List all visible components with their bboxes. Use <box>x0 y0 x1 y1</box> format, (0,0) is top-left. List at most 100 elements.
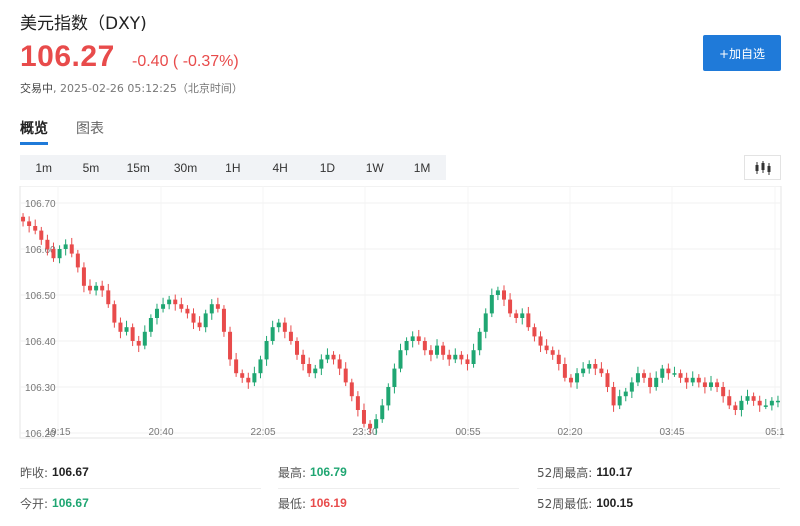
candle-body <box>435 345 440 355</box>
period-1mo[interactable]: 1M <box>398 155 445 180</box>
candle-body <box>45 239 50 249</box>
stats-row-1: 昨收: 106.67 最高: 106.79 52周最高: 110.17 <box>0 461 800 491</box>
candle-body <box>88 285 93 291</box>
candle-body <box>635 373 640 383</box>
candle-body <box>617 396 622 406</box>
candle-body <box>270 327 275 341</box>
candle-body <box>410 336 415 341</box>
candle-body <box>520 313 525 318</box>
y-tick-label: 106.70 <box>25 199 56 210</box>
stat-low: 最低: 106.19 <box>278 492 347 514</box>
add-to-watchlist-button[interactable]: +加自选 <box>703 35 781 71</box>
period-1h[interactable]: 1H <box>209 155 256 180</box>
candle-body <box>33 226 38 231</box>
candle-body <box>562 364 567 378</box>
period-1m[interactable]: 1m <box>20 155 67 180</box>
candle-body <box>94 285 99 291</box>
candle-body <box>751 396 756 401</box>
candle-body <box>556 354 561 364</box>
candle-body <box>307 364 312 374</box>
candle-body <box>337 359 342 369</box>
current-price: 106.27 <box>20 40 115 73</box>
candle-body <box>398 350 403 369</box>
candle-body <box>654 377 659 387</box>
candle-body <box>374 419 379 429</box>
stat-value: 106.79 <box>310 465 347 479</box>
candlestick-chart[interactable]: 106.70106.60106.50106.40106.30106.2019:1… <box>0 186 800 446</box>
candle-body <box>666 368 671 374</box>
candle-body <box>368 423 373 429</box>
x-tick-label: 23:30 <box>352 427 377 438</box>
period-5m[interactable]: 5m <box>67 155 114 180</box>
candle-body <box>690 377 695 383</box>
candle-body <box>587 364 592 369</box>
x-tick-label: 02:20 <box>557 427 582 438</box>
candle-body <box>526 313 531 328</box>
candle-body <box>508 299 513 314</box>
candle-body <box>355 396 360 410</box>
stat-label: 52周最低: <box>537 496 593 511</box>
candle-body <box>727 396 732 406</box>
candle-body <box>422 341 427 351</box>
period-15m[interactable]: 15m <box>115 155 162 180</box>
candle-body <box>325 354 330 360</box>
candle-body <box>739 400 744 410</box>
period-1d[interactable]: 1D <box>304 155 351 180</box>
candle-body <box>392 368 397 387</box>
candle-body <box>191 313 196 323</box>
divider <box>537 488 780 489</box>
candle-body <box>715 382 720 387</box>
candle-body <box>483 313 488 332</box>
candle-body <box>313 368 318 374</box>
period-4h[interactable]: 4H <box>256 155 303 180</box>
stat-value: 100.15 <box>596 496 634 510</box>
candle-body <box>106 290 111 305</box>
candle-body <box>416 336 421 341</box>
candle-body <box>276 322 281 328</box>
candle-body <box>769 400 774 406</box>
tab-chart[interactable]: 图表 <box>76 118 104 145</box>
stat-value: 106.67 <box>52 465 89 479</box>
candle-body <box>27 221 32 226</box>
candle-body <box>757 400 762 406</box>
candle-body <box>240 373 245 378</box>
candle-body <box>605 373 610 387</box>
candle-body <box>489 295 494 314</box>
candle-body <box>112 304 117 323</box>
candle-body <box>228 331 233 360</box>
candle-body <box>154 308 159 318</box>
candle-body <box>301 354 306 364</box>
candle-body <box>63 244 68 249</box>
candle-body <box>501 290 506 300</box>
candle-body <box>51 249 56 259</box>
candle-body <box>648 377 653 387</box>
candle-body <box>477 331 482 351</box>
candle-body <box>124 327 129 332</box>
period-selector: 1m 5m 15m 30m 1H 4H 1D 1W 1M <box>20 155 446 180</box>
candle-body <box>39 230 44 240</box>
candle-body <box>538 336 543 346</box>
chart-type-toggle[interactable] <box>744 155 781 180</box>
status-time: 2025-02-26 05:12:25（北京时间） <box>60 82 243 95</box>
main-tabs: 概览 图表 <box>20 118 104 145</box>
period-30m[interactable]: 30m <box>162 155 209 180</box>
x-tick-label: 03:45 <box>659 427 684 438</box>
candle-body <box>763 405 768 407</box>
stat-value: 110.17 <box>596 465 633 479</box>
status-state: 交易中 <box>20 82 53 95</box>
x-tick-label: 20:40 <box>148 427 173 438</box>
period-1w[interactable]: 1W <box>351 155 398 180</box>
stat-prev-close: 昨收: 106.67 <box>20 461 89 483</box>
stat-high-52w: 52周最高: 110.17 <box>537 461 632 483</box>
candle-body <box>100 285 105 291</box>
candle-body <box>252 373 257 383</box>
candle-body <box>453 354 458 360</box>
candle-body <box>678 373 683 378</box>
candle-body <box>672 373 677 375</box>
page-title: 美元指数（DXY) <box>20 14 147 34</box>
tab-overview[interactable]: 概览 <box>20 118 48 145</box>
candle-body <box>660 368 665 378</box>
candle-body <box>568 377 573 383</box>
trading-status: 交易中, 2025-02-26 05:12:25（北京时间） <box>20 82 243 95</box>
candle-body <box>130 327 135 341</box>
